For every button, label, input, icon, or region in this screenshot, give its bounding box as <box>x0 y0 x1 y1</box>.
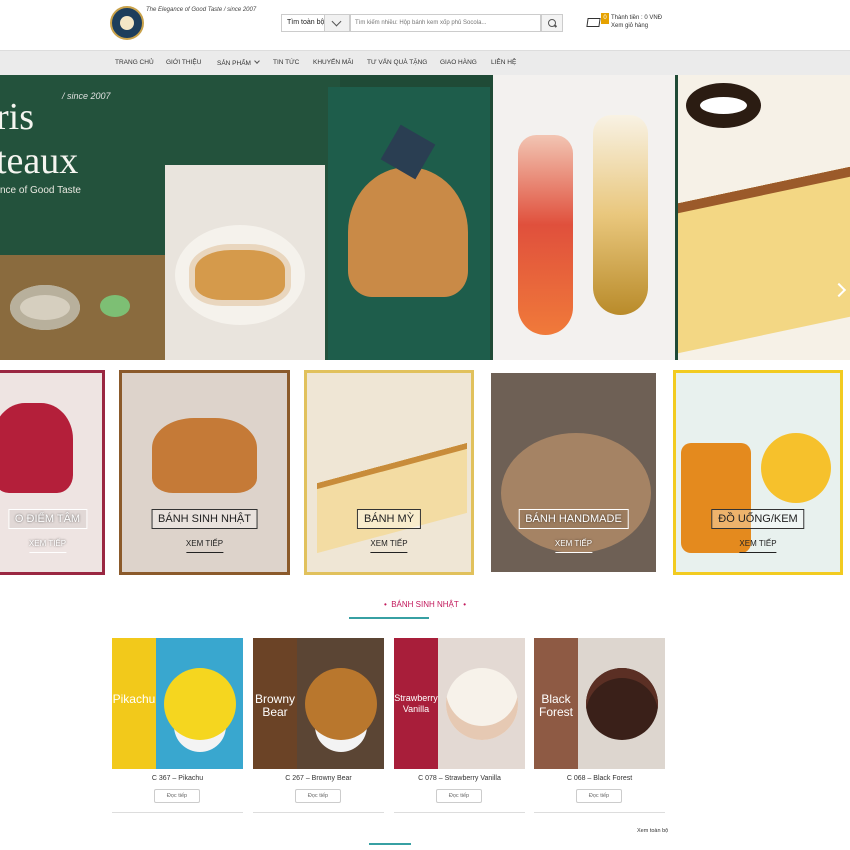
nav-item-news[interactable]: Tin tức <box>273 59 299 66</box>
category-more-link[interactable]: XEM TIẾP <box>370 539 408 553</box>
banner-photo-tea <box>0 255 165 360</box>
brand-slogan: The Elegance of Good Taste / since 2007 <box>146 7 257 13</box>
search-category-select[interactable]: Tìm toàn bộ <box>281 14 351 32</box>
chevron-right-icon[interactable] <box>834 283 844 297</box>
section-title: • BÁNH SINH NHẬT • <box>383 600 467 609</box>
cart-icon[interactable] <box>585 15 601 29</box>
product-photo <box>156 638 243 769</box>
category-card-breakfast[interactable]: O ĐIỂM TÂM XEM TIẾP <box>0 370 105 575</box>
banner-photo-croissant <box>165 165 325 360</box>
section-underline <box>369 843 411 845</box>
category-card-birthday-cake[interactable]: BÁNH SINH NHẬT XEM TIẾP <box>119 370 290 575</box>
nav-item-products[interactable]: Sản phẩm <box>217 58 260 67</box>
cart-view-link[interactable]: Xem giỏ hàng <box>611 23 648 29</box>
product-image[interactable]: Browny Bear <box>253 638 384 769</box>
cart-total: Thành tiền : 0 VNĐ <box>611 15 663 21</box>
product-title[interactable]: C 068 – Black Forest <box>534 775 665 782</box>
category-more-link[interactable]: XEM TIẾP <box>554 539 593 553</box>
product-photo <box>438 638 525 769</box>
nav-item-contact[interactable]: Liên hệ <box>491 59 516 66</box>
site-header: The Elegance of Good Taste / since 2007 … <box>0 0 850 50</box>
chevron-down-icon <box>254 58 260 64</box>
product-title[interactable]: C 267 – Browny Bear <box>253 775 384 782</box>
product-title[interactable]: C 367 – Pikachu <box>112 775 243 782</box>
banner-tagline: nce of Good Taste <box>0 185 81 196</box>
category-more-link[interactable]: XEM TIẾP <box>185 539 224 553</box>
nav-item-about[interactable]: Giới thiệu <box>166 59 201 66</box>
product-image-side: Black Forest <box>534 638 578 769</box>
section-title-text: BÁNH SINH NHẬT <box>391 600 459 609</box>
main-nav: Trang chủ Giới thiệu Sản phẩm Tin tức Kh… <box>0 50 850 75</box>
product-image-side: Strawberry Vanilla <box>394 638 438 769</box>
product-title[interactable]: C 078 – Strawberry Vanilla <box>394 775 525 782</box>
product-image-label: Pikachu <box>112 692 156 706</box>
read-more-button[interactable]: Đọc tiếp <box>154 789 200 803</box>
search-category-label: Tìm toàn bộ <box>287 19 325 26</box>
product-image-label: Strawberry Vanilla <box>394 693 438 714</box>
banner-brand-line2: teaux <box>0 140 79 182</box>
nav-item-gift-advice[interactable]: Tư vấn quà tặng <box>367 59 427 66</box>
nav-item-products-label: Sản phẩm <box>217 60 251 67</box>
category-label: BÁNH MỲ <box>356 509 422 529</box>
chevron-down-icon[interactable] <box>324 14 350 32</box>
banner-brand-line1: ris <box>0 96 34 138</box>
section-underline <box>349 617 429 619</box>
product-image-label: Browny Bear <box>254 692 295 719</box>
paris-gateaux-logo[interactable] <box>110 6 144 40</box>
category-label: ĐỒ UỐNG/KEM <box>711 509 805 529</box>
hero-slider[interactable]: ris / since 2007 teaux nce of Good Taste <box>0 75 850 360</box>
banner-photo-drinks <box>493 75 675 360</box>
category-label: O ĐIỂM TÂM <box>7 509 88 529</box>
product-photo <box>297 638 384 769</box>
product-image-side: Pikachu <box>112 638 156 769</box>
product-divider <box>253 812 384 813</box>
search-input[interactable]: Tìm kiếm nhiều: Hộp bánh kem xốp phủ Soc… <box>351 14 541 32</box>
search-icon[interactable] <box>541 14 563 32</box>
read-more-button[interactable]: Đọc tiếp <box>576 789 622 803</box>
category-card-handmade[interactable]: BÁNH HANDMADE XEM TIẾP <box>488 370 659 575</box>
category-label: BÁNH HANDMADE <box>518 509 629 529</box>
nav-item-home[interactable]: Trang chủ <box>115 59 154 66</box>
banner-since: / since 2007 <box>62 91 111 101</box>
product-image-label: Black Forest <box>538 692 573 719</box>
product-divider <box>112 812 243 813</box>
read-more-button[interactable]: Đọc tiếp <box>295 789 341 803</box>
category-label: BÁNH SINH NHẬT <box>151 509 258 529</box>
nav-item-promotions[interactable]: Khuyến mãi <box>313 59 353 66</box>
product-image[interactable]: Black Forest <box>534 638 665 769</box>
category-more-link[interactable]: XEM TIẾP <box>739 539 777 553</box>
product-divider <box>394 812 525 813</box>
product-divider <box>534 812 665 813</box>
product-photo <box>578 638 665 769</box>
product-image[interactable]: Pikachu <box>112 638 243 769</box>
category-card-bread[interactable]: BÁNH MỲ XEM TIẾP <box>304 370 474 575</box>
category-more-link[interactable]: XEM TIẾP <box>28 539 67 553</box>
product-image[interactable]: Strawberry Vanilla <box>394 638 525 769</box>
product-image-side: Browny Bear <box>253 638 297 769</box>
view-all-link[interactable]: Xem toàn bộ <box>637 828 668 834</box>
nav-item-delivery[interactable]: Giao hàng <box>440 59 477 66</box>
category-card-drinks[interactable]: ĐỒ UỐNG/KEM XEM TIẾP <box>673 370 843 575</box>
banner-photo-cake <box>328 87 490 360</box>
banner-photo-castella <box>678 75 850 360</box>
read-more-button[interactable]: Đọc tiếp <box>436 789 482 803</box>
cart-count-badge: 0 <box>601 13 609 24</box>
